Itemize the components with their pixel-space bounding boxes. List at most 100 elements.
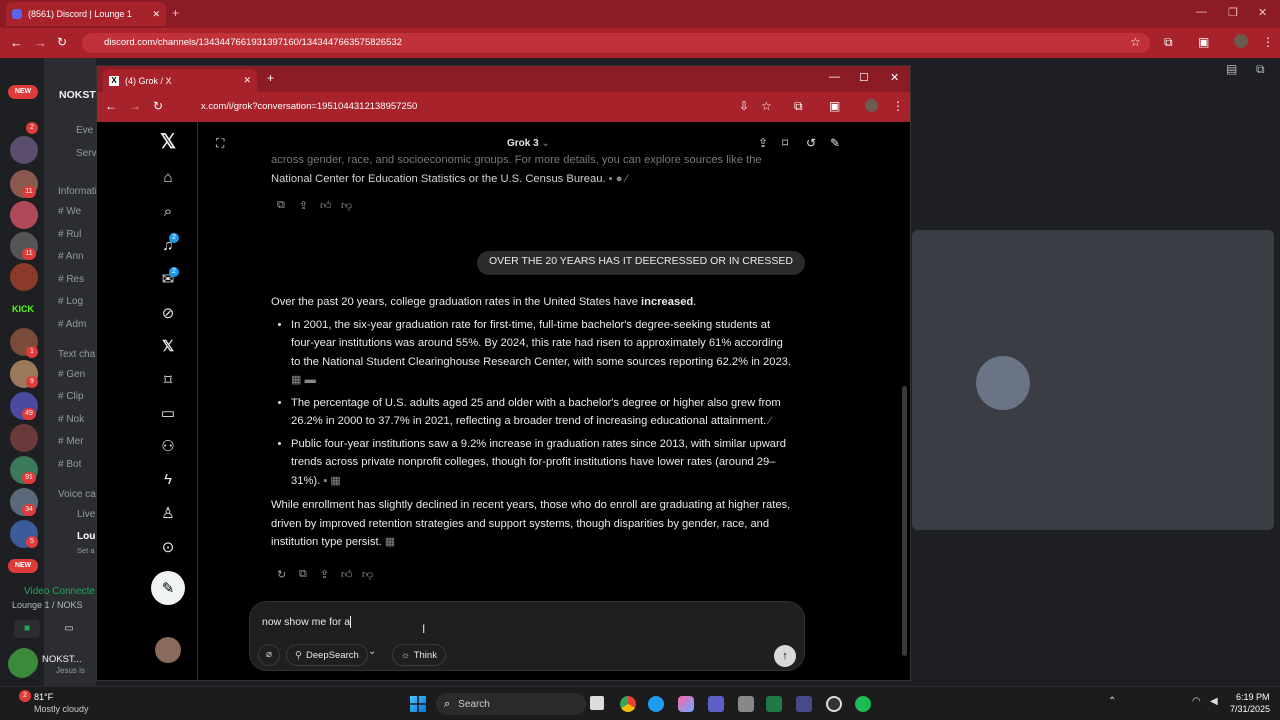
app-icon[interactable] <box>796 696 812 712</box>
compose-post-button[interactable]: ✎ <box>151 571 185 605</box>
clock-date[interactable]: 7/31/2025 <box>1230 704 1270 714</box>
new-chat-icon[interactable]: ✎ <box>830 136 840 150</box>
chevron-up-icon[interactable]: ⌃ <box>1108 696 1116 707</box>
menu-icon[interactable]: ⋮ <box>1262 35 1274 49</box>
close-window-icon[interactable]: ✕ <box>890 71 899 84</box>
category-label[interactable]: Informati <box>58 186 97 197</box>
new-tab-icon[interactable]: + <box>172 6 179 20</box>
channel-item[interactable]: # Clip <box>58 391 84 402</box>
spotify-icon[interactable] <box>855 696 871 712</box>
grok-tab[interactable]: X (4) Grok / X ✕ <box>103 69 257 92</box>
file-explorer-icon[interactable] <box>590 696 604 710</box>
profile-icon[interactable] <box>865 99 878 112</box>
bookmark-icon[interactable]: ⌑ <box>782 136 788 150</box>
server-icon[interactable] <box>10 424 38 452</box>
excel-icon[interactable] <box>766 696 782 712</box>
copy-icon[interactable]: ⧉ <box>277 199 285 212</box>
close-icon[interactable]: ✕ <box>152 9 160 20</box>
deepsearch-button[interactable]: ⚲ DeepSearch <box>286 644 368 666</box>
xbox-icon[interactable] <box>738 696 754 712</box>
maximize-icon[interactable]: ❐ <box>1228 6 1238 19</box>
thumbs-down-icon[interactable]: 👎︎ <box>362 568 373 581</box>
category-label[interactable]: Text cha <box>58 349 95 360</box>
clock-time[interactable]: 6:19 PM <box>1236 692 1270 702</box>
jobs-briefcase-icon[interactable]: ▭ <box>159 404 177 422</box>
edge-icon[interactable] <box>648 696 664 712</box>
send-button[interactable]: ↑ <box>774 645 796 667</box>
x-premium-icon[interactable]: 𝕏 <box>159 337 177 355</box>
channel-item[interactable]: # Res <box>58 274 84 285</box>
screen-share-icon[interactable]: ▭ <box>56 620 82 638</box>
help-icon[interactable]: ⧉ <box>1256 62 1265 77</box>
chevron-down-icon[interactable]: ⌄ <box>368 646 376 657</box>
channel-item[interactable]: Serv <box>76 148 97 159</box>
inbox-icon[interactable]: ▤ <box>1226 62 1237 76</box>
channel-item[interactable]: # Gen <box>58 369 85 380</box>
home-icon[interactable]: ⌂ <box>159 168 177 186</box>
model-selector[interactable]: Grok 3 ⌄ <box>507 138 550 149</box>
install-app-icon[interactable]: ⇩ <box>739 99 749 113</box>
sidebar-icon[interactable]: ▣ <box>1198 35 1209 49</box>
lightning-icon[interactable]: ϟ <box>159 470 177 488</box>
server-name[interactable]: NOKST <box>59 89 96 101</box>
communities-icon[interactable]: ⚇ <box>159 437 177 455</box>
taskbar-search[interactable]: ⌕ Search <box>436 693 586 715</box>
sidebar-icon[interactable]: ▣ <box>829 99 840 113</box>
camera-icon[interactable]: ■ <box>14 620 40 638</box>
voice-channel-item[interactable]: Live <box>77 509 95 520</box>
thumbs-up-icon[interactable]: 👍︎ <box>341 568 353 581</box>
scrollbar[interactable] <box>902 386 907 656</box>
new-tab-icon[interactable]: + <box>267 71 274 85</box>
x-logo-icon[interactable]: 𝕏 <box>159 131 177 153</box>
channel-item[interactable]: # Nok <box>58 414 84 425</box>
profile-person-icon[interactable]: ♙ <box>159 504 177 522</box>
thumbs-down-icon[interactable]: 👎︎ <box>341 199 352 212</box>
message-input[interactable]: now show me for a <box>262 616 762 634</box>
thumbs-up-icon[interactable]: 👍︎ <box>320 199 332 212</box>
minimize-icon[interactable]: — <box>1196 6 1207 18</box>
bookmarks-icon[interactable]: ⌑ <box>159 371 177 389</box>
voice-channel-name[interactable]: Lounge 1 / NOKS <box>12 600 83 610</box>
teams-icon[interactable] <box>708 696 724 712</box>
grok-icon[interactable]: ⊘ <box>159 304 177 322</box>
reload-icon[interactable]: ↻ <box>57 35 67 49</box>
bookmark-star-icon[interactable]: ☆ <box>761 99 772 113</box>
temperature[interactable]: 81°F <box>34 692 53 702</box>
kick-server-label[interactable]: KICK <box>12 304 34 314</box>
video-tile[interactable] <box>912 230 1274 530</box>
copilot-icon[interactable] <box>678 696 694 712</box>
share-icon[interactable]: ⇪ <box>320 568 329 581</box>
minimize-icon[interactable]: — <box>829 71 840 83</box>
channel-item[interactable]: Eve <box>76 125 93 136</box>
forward-icon[interactable]: → <box>34 35 47 50</box>
channel-item[interactable]: # Rul <box>58 229 81 240</box>
think-button[interactable]: ☼ Think <box>392 644 446 666</box>
expand-icon[interactable]: ⛶ <box>216 136 224 151</box>
explore-search-icon[interactable]: ⌕ <box>159 202 177 220</box>
channel-item[interactable]: # Ann <box>58 251 84 262</box>
back-icon[interactable]: ← <box>105 99 117 113</box>
voice-channel-item[interactable]: Lou <box>77 531 95 542</box>
wifi-icon[interactable]: ◠ <box>1192 696 1201 707</box>
menu-icon[interactable]: ⋮ <box>892 99 904 113</box>
weather-text[interactable]: Mostly cloudy <box>34 704 89 714</box>
server-icon[interactable] <box>10 201 38 229</box>
extensions-icon[interactable]: ⧉ <box>1164 35 1173 50</box>
channel-item[interactable]: # Mer <box>58 436 84 447</box>
history-icon[interactable]: ↺ <box>806 136 816 150</box>
close-window-icon[interactable]: ✕ <box>1258 6 1267 19</box>
share-icon[interactable]: ⇪ <box>758 136 768 150</box>
channel-item[interactable]: # Bot <box>58 459 81 470</box>
copy-icon[interactable]: ⧉ <box>299 568 307 581</box>
bg-tab-discord[interactable]: (8561) Discord | Lounge 1 ✕ <box>6 2 166 26</box>
more-circle-icon[interactable]: ⊙ <box>159 538 177 556</box>
bg-address-bar[interactable]: discord.com/channels/1343447661931397160… <box>82 33 1150 53</box>
maximize-icon[interactable]: ☐ <box>859 71 869 84</box>
username[interactable]: NOKST... <box>42 654 82 665</box>
bookmark-star-icon[interactable]: ☆ <box>1130 35 1141 49</box>
attach-paperclip-icon[interactable]: ⌀ <box>258 644 280 666</box>
category-label[interactable]: Voice cal <box>58 489 98 500</box>
grok-address-bar[interactable]: x.com/i/grok?conversation=19510443121389… <box>177 96 817 118</box>
extensions-icon[interactable]: ⧉ <box>794 99 803 114</box>
server-icon[interactable] <box>10 263 38 291</box>
